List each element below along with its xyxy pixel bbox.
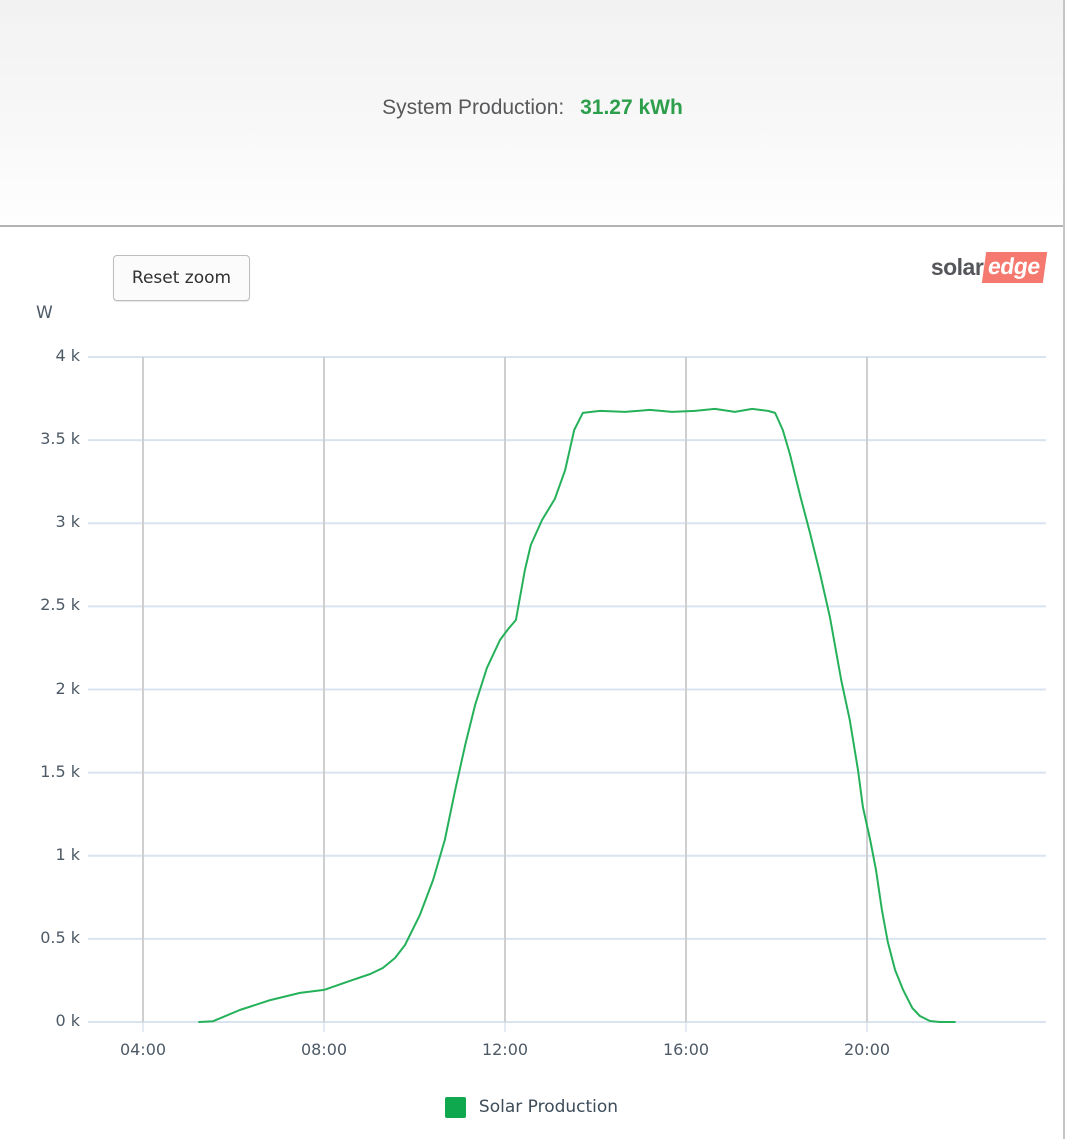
y-tick-label-3 k: 3 k [55, 512, 80, 532]
legend-item-solar-production[interactable]: Solar Production [0, 1095, 1063, 1119]
system-production-label: System Production: [382, 96, 565, 119]
series-line-solar-production[interactable] [198, 407, 956, 1023]
y-tick-label-1.5 k: 1.5 k [40, 761, 80, 781]
header-band: System Production: 31.27 kWh [0, 0, 1065, 227]
logo-text-solar: solar [930, 253, 984, 280]
y-tick-label-4 k: 4 k [55, 346, 80, 365]
system-production-value: 31.27 kWh [580, 96, 683, 119]
legend-label: Solar Production [478, 1097, 619, 1117]
solaredge-dashboard: System Production: 31.27 kWh Reset zoom … [0, 0, 1065, 1139]
solaredge-logo: solar edge [930, 251, 1048, 283]
y-tick-label-0 k: 0 k [55, 1011, 80, 1030]
page-title: System Production: 31.27 kWh [0, 96, 1065, 120]
x-tick-label-08:00: 08:00 [300, 1040, 348, 1059]
reset-zoom-button[interactable]: Reset zoom [113, 255, 250, 301]
x-tick-label-16:00: 16:00 [662, 1040, 710, 1059]
y-tick-label-2 k: 2 k [55, 678, 80, 698]
x-tick-label-04:00: 04:00 [119, 1040, 167, 1059]
legend-swatch [444, 1096, 466, 1118]
y-tick-label-2.5 k: 2.5 k [40, 595, 80, 615]
x-tick-label-12:00: 12:00 [481, 1040, 529, 1059]
y-axis-title: W [36, 303, 53, 323]
logo-text-edge: edge [982, 251, 1048, 283]
solar-production-chart[interactable] [0, 227, 1063, 1139]
y-tick-label-3.5 k: 3.5 k [40, 429, 80, 449]
chart-panel: Reset zoom solar edge W 0 k 0.5 k 1 k 1.5 k… [0, 227, 1063, 1139]
y-tick-label-0.5 k: 0.5 k [40, 927, 80, 947]
y-tick-label-1 k: 1 k [55, 844, 80, 864]
x-tick-label-20:00: 20:00 [843, 1040, 891, 1059]
